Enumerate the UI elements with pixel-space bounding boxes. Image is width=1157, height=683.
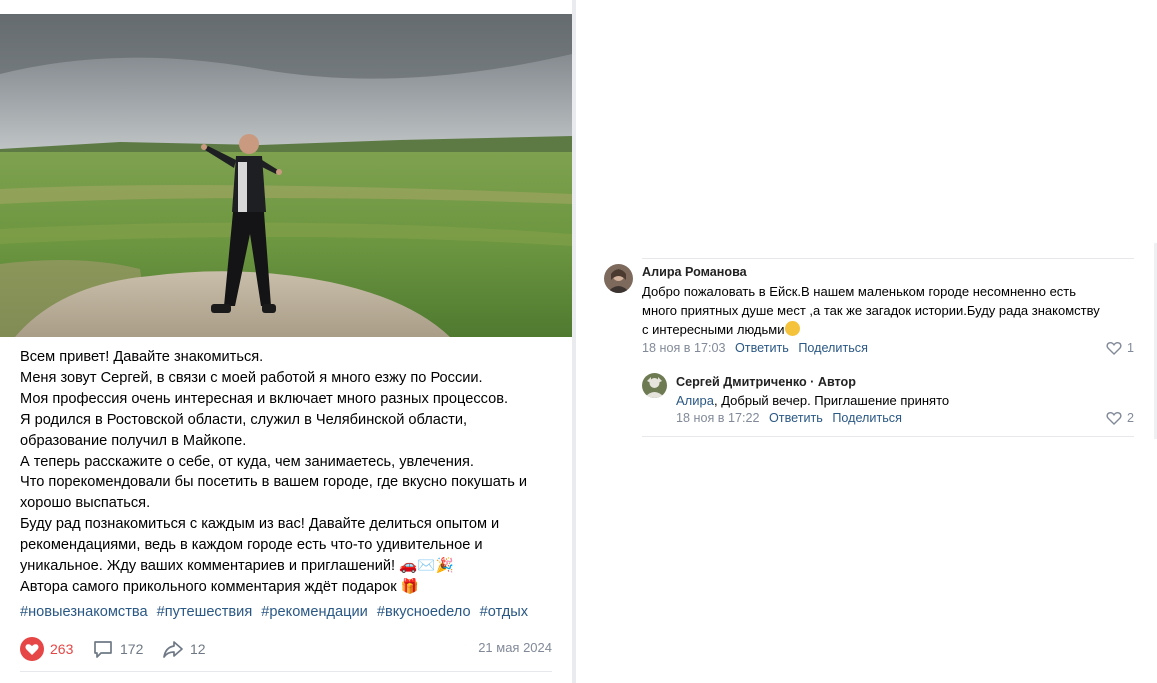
post-text-line: Меня зовут Сергей, в связи с моей работо… xyxy=(20,369,483,386)
post-text-line: Моя профессия очень интересная и включае… xyxy=(20,390,509,407)
comment-author[interactable]: Сергей Дмитриченко · Автор xyxy=(676,375,856,389)
hashtag-link[interactable]: #вкусноеdело xyxy=(377,604,471,620)
comment-text-line: Добро пожаловать в Ейск.В нашем маленько… xyxy=(642,284,1077,299)
post-text-line: Всем привет! Давайте знакомиться. xyxy=(20,349,264,365)
user-avatar-image xyxy=(604,264,633,293)
heart-outline-icon xyxy=(1106,412,1122,425)
divider xyxy=(642,258,1134,259)
comment-text: Добро пожаловать в Ейск.В нашем маленько… xyxy=(642,282,1142,339)
divider xyxy=(20,671,552,672)
heart-filled-icon xyxy=(20,637,44,661)
comment-meta: 18 ноя в 17:22 Ответить Поделиться xyxy=(676,411,902,425)
comments-panel: Алира Романова Добро пожаловать в Ейск.В… xyxy=(580,243,1154,439)
like-button[interactable]: 263 xyxy=(20,636,73,662)
share-comment-button[interactable]: Поделиться xyxy=(798,341,868,355)
post-text-line: Что порекомендовали бы посетить в вашем … xyxy=(20,474,528,491)
comment-time[interactable]: 18 ноя в 17:22 xyxy=(676,411,760,425)
post-text-line: уникальное. Жду ваших комментариев и при… xyxy=(20,558,454,575)
post-text-line: Автора самого прикольного комментария жд… xyxy=(20,578,419,595)
comment-text: Алира, Добрый вечер. Приглашение принято xyxy=(676,391,1136,410)
post-hashtags: #новыезнакомства #путешествия #рекоменда… xyxy=(20,604,560,620)
comment-button[interactable]: 172 xyxy=(92,636,143,662)
post-text-line: хорошо выспаться. xyxy=(20,495,151,512)
comment-text-line: много приятных душе мест ,а так же загад… xyxy=(642,303,1100,318)
comment-text-body: , Добрый вечер. Приглашение принято xyxy=(713,393,950,408)
avatar[interactable] xyxy=(604,264,633,293)
comment-count: 172 xyxy=(120,641,144,657)
speech-bubble-icon xyxy=(94,641,112,658)
share-comment-button[interactable]: Поделиться xyxy=(832,411,902,425)
comment-like-button[interactable]: 1 xyxy=(1106,341,1134,355)
reply-button[interactable]: Ответить xyxy=(769,411,823,425)
post-text-line: образование получил в Майкопе. xyxy=(20,432,247,449)
smile-emoji-icon xyxy=(784,321,800,336)
post-photo[interactable] xyxy=(0,14,572,337)
divider xyxy=(642,436,1134,437)
comment-meta: 18 ноя в 17:03 Ответить Поделиться xyxy=(642,341,868,355)
comment-text-segment: с интересными людьми xyxy=(642,322,785,337)
post-text-line: Буду рад познакомиться с каждым из вас! … xyxy=(20,516,500,533)
post-date[interactable]: 21 мая 2024 xyxy=(478,640,552,655)
hashtag-link[interactable]: #отдых xyxy=(480,604,528,620)
post-text-line: А теперь расскажите о себе, от куда, чем… xyxy=(20,453,474,470)
post-photo-image xyxy=(0,14,572,337)
post-text-line: Я родился в Ростовской области, служил в… xyxy=(20,411,468,428)
share-button[interactable]: 12 xyxy=(162,636,206,662)
comment-time[interactable]: 18 ноя в 17:03 xyxy=(642,341,726,355)
mention-link[interactable]: Алира xyxy=(676,393,714,408)
comment-like-count: 2 xyxy=(1127,411,1135,425)
user-avatar-image xyxy=(642,373,667,398)
comment-author[interactable]: Алира Романова xyxy=(642,265,747,279)
post-text-line: рекомендациями, ведь в каждом городе ест… xyxy=(20,537,483,554)
share-arrow-icon xyxy=(163,641,183,658)
comment-like-count: 1 xyxy=(1127,341,1135,355)
hashtag-link[interactable]: #путешествия xyxy=(157,604,253,620)
share-count: 12 xyxy=(190,641,206,657)
post-text: Всем привет! Давайте знакомиться. Меня з… xyxy=(20,347,560,598)
hashtag-link[interactable]: #новыезнакомства xyxy=(20,604,148,620)
post-card: Всем привет! Давайте знакомиться. Меня з… xyxy=(0,0,572,683)
avatar[interactable] xyxy=(642,373,667,398)
post-actions: 263 172 12 21 мая 2024 xyxy=(20,636,552,662)
panel-separator xyxy=(572,0,576,683)
comment-text-line: с интересными людьми xyxy=(642,320,1142,339)
comment-like-button[interactable]: 2 xyxy=(1106,411,1134,425)
reply-button[interactable]: Ответить xyxy=(735,341,789,355)
like-count: 263 xyxy=(50,641,74,657)
heart-outline-icon xyxy=(1106,342,1122,355)
hashtag-link[interactable]: #рекомендации xyxy=(261,604,368,620)
